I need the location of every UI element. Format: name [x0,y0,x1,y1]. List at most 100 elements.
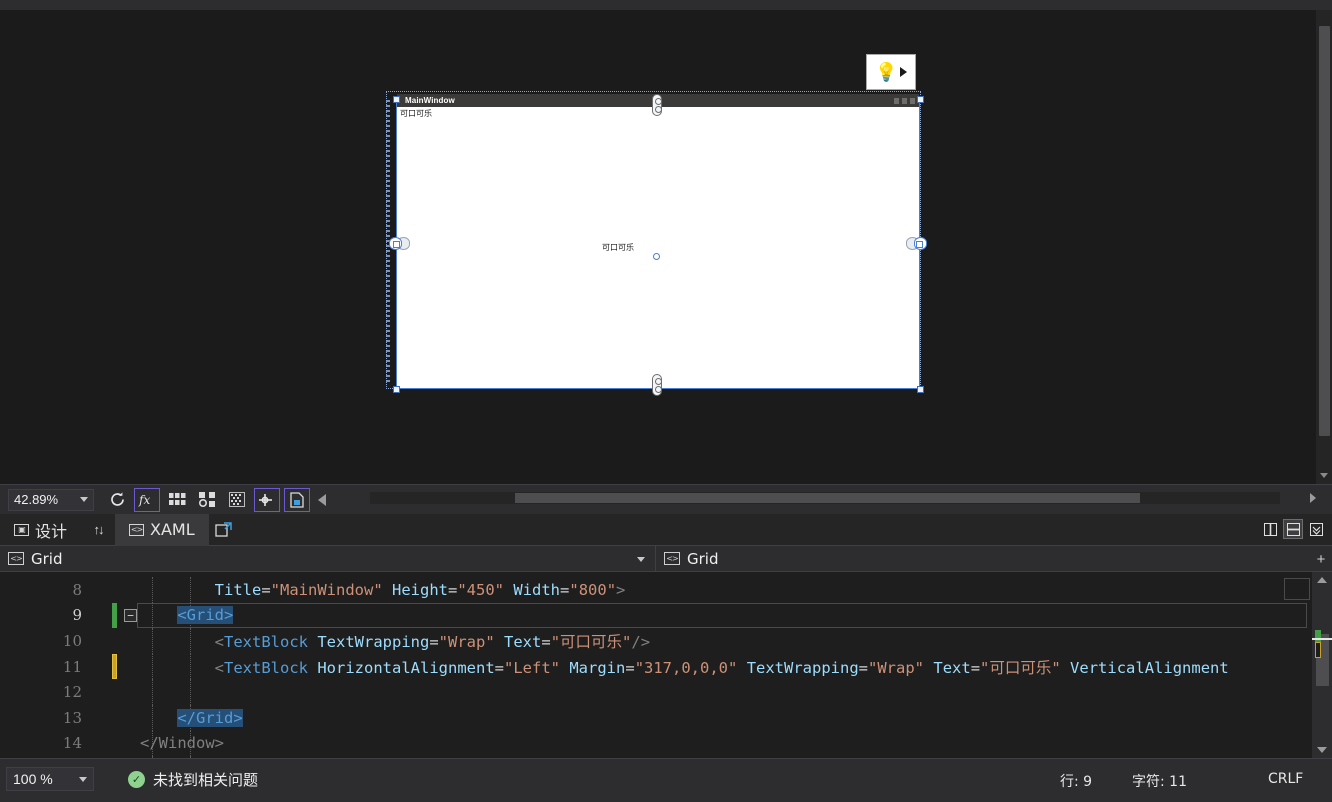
issue-status[interactable]: ✓ 未找到相关问题 [128,769,258,790]
editor-vscroll-down-arrow-icon[interactable] [1317,747,1327,753]
effects-fx-button[interactable]: fx [134,487,160,512]
chevron-down-icon[interactable] [637,557,645,562]
split-view-buttons[interactable] [1260,519,1326,539]
line-number: 8 [72,580,82,599]
status-bar[interactable]: 100 % ✓ 未找到相关问题 行: 9 字符: 11 CRLF CSDN @高… [0,758,1332,802]
designer-vscroll-down-arrow-icon[interactable] [1320,473,1328,478]
code-line[interactable]: 14 </Window> [0,730,1332,757]
tab-xaml[interactable]: <> XAML [115,513,209,546]
code-navigation-bar[interactable]: <> Grid <> Grid + [0,546,1332,572]
grid-column-rail-handle-bottom[interactable] [652,374,662,396]
textblock-topleft[interactable]: 可口可乐 [400,108,432,119]
code-token: </Grid> [177,708,243,727]
code-line[interactable]: 13 </Grid> [0,704,1332,731]
designer-zoom-combobox[interactable]: 42.89% [8,488,94,511]
line-number: 13 [62,708,82,727]
code-line[interactable]: 11 <TextBlock HorizontalAlignment="Left"… [0,653,1332,680]
collapse-outline-toggle[interactable]: − [124,608,137,622]
code-line-text[interactable]: <TextBlock TextWrapping="Wrap" Text="可口可… [140,630,650,652]
designer-surface[interactable]: MainWindow 可口可乐 可口可乐 💡 [0,0,1332,484]
svg-text:fx: fx [138,493,150,507]
code-line-text[interactable]: </Window> [140,734,224,752]
designer-hscroll-thumb[interactable] [515,493,1140,503]
editor-zoom-value: 100 % [13,771,53,787]
grid-column-rail-handle-top[interactable] [652,94,662,116]
designer-vscroll-thumb[interactable] [1319,26,1330,436]
chevron-down-icon[interactable] [80,497,88,502]
navbar-scope-dropdown[interactable]: <> Grid [0,546,656,571]
grid-rulers-button[interactable] [164,488,190,512]
swap-arrows-icon: ↑↓ [93,522,105,537]
code-line-text[interactable]: <Grid> [140,606,234,625]
artboard-background-button[interactable] [224,488,250,512]
snap-settings-button[interactable] [194,488,220,512]
editor-zoom-combobox[interactable]: 100 % [6,767,94,791]
expander-arrow-icon[interactable] [899,67,907,77]
code-lines-container[interactable]: 8 Title="MainWindow" Height="450" Width=… [0,577,1332,758]
chain-link-front-icon [914,237,927,250]
code-token: Text [933,658,971,677]
designer-hscroll-right-arrow-icon[interactable] [1310,493,1316,503]
designer-horizontal-scrollbar[interactable] [370,489,1320,507]
code-token: Text [504,632,542,651]
editor-vscroll-up-arrow-icon[interactable] [1317,577,1327,583]
code-line[interactable]: 10 <TextBlock TextWrapping="Wrap" Text="… [0,628,1332,654]
split-horizontal-icon [1286,522,1300,536]
resize-handle-top-right[interactable] [917,96,924,103]
xaml-code-editor[interactable]: 8 Title="MainWindow" Height="450" Width=… [0,572,1332,758]
editor-vertical-scrollbar[interactable] [1312,572,1332,758]
navbar-member-dropdown[interactable]: <> Grid [656,546,1296,571]
code-line-text[interactable]: </Grid> [140,708,243,727]
preview-window-client-area[interactable]: 可口可乐 可口可乐 [397,107,919,388]
status-line-ending[interactable]: CRLF [1268,771,1303,787]
document-outline-button[interactable] [284,487,310,512]
collapse-pane-button[interactable] [1306,519,1326,539]
resize-handle-top-left[interactable] [393,96,400,103]
pop-out-window-button[interactable] [209,514,239,546]
textblock-center-adorner-circle-icon[interactable] [653,253,660,260]
resize-handle-bottom-right[interactable] [917,386,924,393]
code-token: "Wrap" [868,658,925,677]
code-line[interactable]: 8 Title="MainWindow" Height="450" Width=… [0,577,1332,603]
code-token: < [214,658,224,677]
code-line[interactable]: 9 − <Grid> [0,602,1332,629]
refresh-button[interactable] [104,488,130,512]
code-line-text[interactable]: <TextBlock HorizontalAlignment="Left" Ma… [140,656,1229,678]
split-vertical-button[interactable] [1260,519,1280,539]
preview-main-window[interactable]: MainWindow 可口可乐 可口可乐 [397,94,919,388]
grid-row-anchor-icon-left[interactable] [389,237,411,251]
code-token: = [494,658,504,677]
tab-design[interactable]: ▣ 设计 [0,514,81,546]
code-token: = [858,658,869,677]
quick-actions-lightbulb-popup[interactable]: 💡 [866,54,916,90]
snap-to-gridlines-button[interactable] [254,487,280,512]
chevron-down-icon[interactable] [79,776,87,782]
lightbulb-icon[interactable]: 💡 [875,63,897,81]
chain-link-front-icon [389,237,402,250]
designer-xaml-tabstrip[interactable]: ▣ 设计 ↑↓ <> XAML [0,513,1332,546]
status-line-number[interactable]: 行: 9 [1060,771,1092,791]
resize-handle-bottom-left[interactable] [393,386,400,393]
grid-row-anchor-icon-right[interactable] [905,237,927,251]
designer-toolbar-collapse-icon[interactable] [318,493,326,506]
status-column-number[interactable]: 字符: 11 [1132,771,1187,791]
designer-vertical-scrollbar[interactable] [1316,10,1332,484]
change-marker-saved [1315,630,1321,642]
designer-canvas[interactable]: MainWindow 可口可乐 可口可乐 💡 [0,10,1300,484]
split-horizontal-button[interactable] [1283,519,1303,539]
swap-panes-button[interactable]: ↑↓ [81,514,115,546]
code-line-text[interactable]: Title="MainWindow" Height="450" Width="8… [140,581,626,599]
minimize-icon [894,98,899,104]
textblock-center[interactable]: 可口可乐 [602,242,634,253]
designer-top-strip [0,0,1332,10]
code-line[interactable]: 12 [0,679,1332,705]
editor-scrollbar-map-box [1284,578,1310,600]
navbar-add-button[interactable]: + [1310,546,1332,572]
